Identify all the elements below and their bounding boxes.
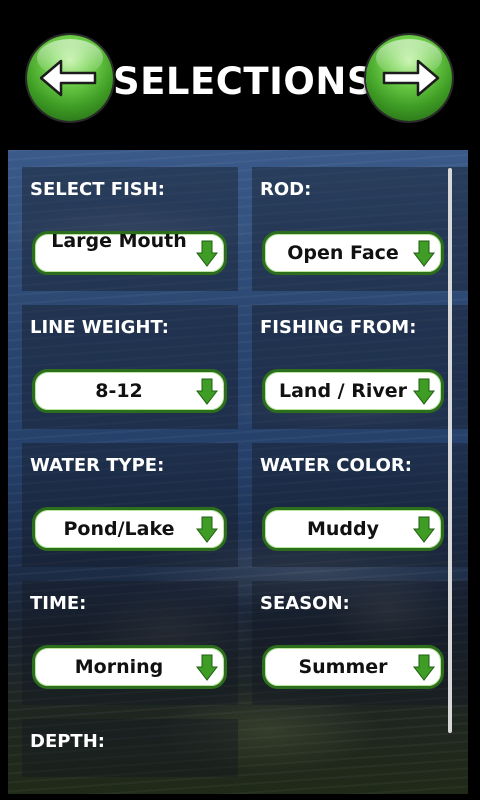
select-fish-panel: SELECT FISH: Large Mouth [22,167,238,291]
time-panel: TIME: Morning [22,581,238,705]
season-dropdown[interactable]: Summer [262,645,444,689]
left-arrow-icon [39,59,97,97]
page-title: SELECTIONS [113,60,375,103]
time-value: Morning [74,656,164,678]
time-label: TIME: [30,593,87,614]
down-arrow-icon [196,516,218,543]
rod-value: Open Face [287,242,399,264]
water-color-label: WATER COLOR: [260,455,412,476]
scrollbar[interactable] [448,168,452,733]
header: SELECTIONS [0,24,480,150]
select-fish-dropdown[interactable]: Large Mouth [32,231,227,275]
water-color-panel: WATER COLOR: Muddy [252,443,468,567]
season-value: Summer [298,656,388,678]
rod-dropdown[interactable]: Open Face [262,231,444,275]
right-arrow-icon [382,59,440,97]
fishing-from-label: FISHING FROM: [260,317,417,338]
down-arrow-icon [413,378,435,405]
line-weight-dropdown[interactable]: 8-12 [32,369,227,413]
rod-label: ROD: [260,179,312,200]
back-button[interactable] [27,35,113,121]
rod-panel: ROD: Open Face [252,167,468,291]
time-dropdown[interactable]: Morning [32,645,227,689]
water-color-dropdown[interactable]: Muddy [262,507,444,551]
down-arrow-icon [413,240,435,267]
down-arrow-icon [413,654,435,681]
season-label: SEASON: [260,593,350,614]
fishing-from-value: Land / River [278,380,407,402]
line-weight-panel: LINE WEIGHT: 8-12 [22,305,238,429]
forward-button[interactable] [366,35,452,121]
status-bar [0,0,480,24]
line-weight-value: 8-12 [95,380,143,402]
fishing-from-dropdown[interactable]: Land / River [262,369,444,413]
water-type-label: WATER TYPE: [30,455,165,476]
water-type-dropdown[interactable]: Pond/Lake [32,507,227,551]
down-arrow-icon [413,516,435,543]
season-panel: SEASON: Summer [252,581,468,705]
line-weight-label: LINE WEIGHT: [30,317,169,338]
water-type-value: Pond/Lake [63,518,175,540]
fishing-from-panel: FISHING FROM: Land / River [252,305,468,429]
select-fish-label: SELECT FISH: [30,179,165,200]
water-color-value: Muddy [306,518,380,540]
depth-label: DEPTH: [30,731,105,752]
down-arrow-icon [196,378,218,405]
select-fish-value: Large Mouth [51,231,187,252]
down-arrow-icon [196,240,218,267]
water-type-panel: WATER TYPE: Pond/Lake [22,443,238,567]
depth-panel: DEPTH: [22,719,238,777]
down-arrow-icon [196,654,218,681]
